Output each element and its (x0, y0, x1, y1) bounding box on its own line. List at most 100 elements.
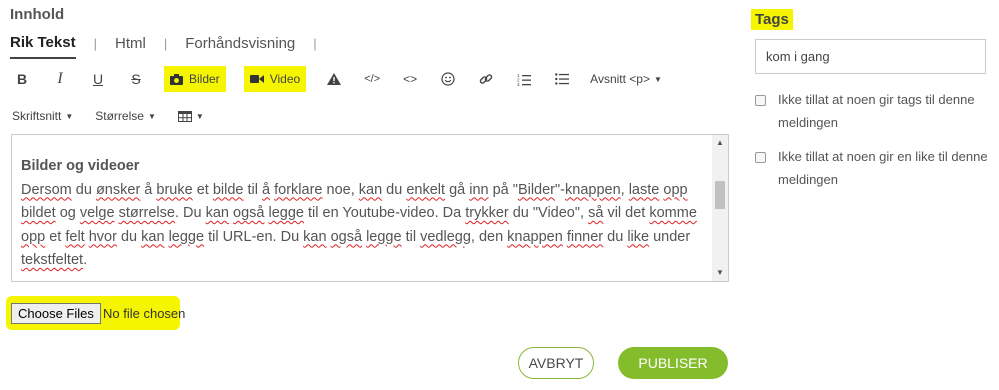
chevron-down-icon: ▼ (65, 111, 74, 121)
font-size-dropdown[interactable]: Størrelse ▼ (95, 103, 156, 129)
text-run: til URL-en. Du (204, 228, 304, 245)
text-run: du (116, 228, 142, 245)
editor-content[interactable]: Bilder og videoer Dersom du ønsker å bru… (21, 155, 711, 273)
editor-toolbar: B I U S Bilder Video </> <> 123 Avsnitt … (12, 66, 684, 92)
misspelled-word: laste (628, 181, 660, 198)
misspelled-word: så (588, 205, 604, 221)
misspelled-word: bruke (156, 181, 193, 198)
paragraph-format-label: Avsnitt <p> (590, 72, 650, 86)
text-run: til (401, 228, 421, 245)
tab-preview[interactable]: Forhåndsvisning (185, 35, 295, 58)
video-label: Video (269, 72, 301, 86)
disallow-tags-checkbox[interactable] (755, 95, 766, 106)
misspelled-word: kan (141, 228, 165, 245)
misspelled-word: Dersom (21, 181, 72, 198)
table-dropdown[interactable]: ▼ (177, 103, 204, 129)
tab-separator: | (163, 36, 168, 51)
misspelled-word: knappen (565, 181, 621, 198)
text-run: på " (488, 181, 518, 198)
text-run: . Du (174, 205, 206, 221)
font-size-label: Størrelse (95, 109, 144, 123)
editor-line: Dersom du ønsker å bruke et bilde til å … (21, 179, 711, 203)
editor-line: opp et felt hvor du kan legge til URL-en… (21, 226, 711, 250)
misspelled-word: ønsker (95, 181, 141, 198)
misspelled-word: felt (65, 228, 85, 245)
scroll-up-icon[interactable]: ▲ (712, 135, 728, 151)
tab-html[interactable]: Html (115, 35, 146, 58)
code-block-icon[interactable]: </> (362, 66, 382, 92)
font-family-dropdown[interactable]: Skriftsnitt ▼ (12, 103, 73, 129)
text-run: , den (470, 228, 508, 245)
disallow-tags-option[interactable]: Ikke tillat at noen gir tags til denne m… (755, 92, 995, 134)
bold-icon[interactable]: B (12, 66, 32, 92)
text-run: noe, (322, 181, 359, 198)
disallow-likes-option[interactable]: Ikke tillat at noen gir en like til denn… (755, 149, 995, 191)
font-family-label: Skriftsnitt (12, 109, 62, 123)
text-run: , (620, 181, 629, 198)
tab-rich-text[interactable]: Rik Tekst (10, 34, 76, 59)
editor-line: tekstfeltet. (21, 249, 711, 273)
misspelled-word: tekstfeltet (21, 252, 84, 268)
rich-text-editor[interactable]: Bilder og videoer Dersom du ønsker å bru… (11, 134, 729, 282)
link-icon[interactable] (476, 66, 496, 92)
ordered-list-icon[interactable]: 123 (514, 66, 534, 92)
table-icon (177, 110, 192, 122)
bullet-list-icon[interactable] (552, 66, 572, 92)
text-run: til en Youtube-video. Da (303, 205, 466, 221)
video-button[interactable]: Video (243, 66, 307, 92)
misspelled-word: også (233, 205, 265, 221)
text-run: under (649, 228, 691, 245)
misspelled-word: Bilder (517, 181, 556, 198)
text-run: og (55, 205, 80, 221)
misspelled-word: like (627, 228, 650, 245)
misspelled-word: opp (21, 228, 46, 245)
misspelled-word: kan (205, 205, 229, 221)
misspelled-word: enkelt (406, 181, 446, 198)
scroll-down-icon[interactable]: ▼ (712, 265, 728, 281)
misspelled-word: trykker (465, 205, 509, 221)
chevron-down-icon: ▼ (195, 111, 204, 121)
text-run: vil det (603, 205, 650, 221)
smiley-icon[interactable] (438, 66, 458, 92)
text-run: gå (445, 181, 470, 198)
misspelled-word: legge (268, 205, 304, 221)
images-label: Bilder (189, 72, 220, 86)
misspelled-word: bilde (212, 181, 244, 198)
misspelled-word: kan (358, 181, 383, 198)
section-title: Innhold (10, 6, 65, 23)
paragraph-format-dropdown[interactable]: Avsnitt <p> ▼ (590, 66, 662, 92)
cancel-button[interactable]: AVBRYT (518, 347, 594, 379)
disallow-likes-checkbox[interactable] (755, 152, 766, 163)
warning-icon[interactable] (324, 66, 344, 92)
editor-heading: Bilder og videoer (21, 158, 140, 174)
underline-icon[interactable]: U (88, 66, 108, 92)
text-run: du (603, 228, 628, 245)
video-camera-icon (249, 75, 264, 83)
misspelled-word: finner (566, 228, 604, 245)
camera-icon (170, 73, 183, 85)
text-run: et (45, 228, 66, 245)
text-run: "- (555, 181, 565, 198)
svg-text:3: 3 (517, 82, 520, 86)
text-run: du "Video", (508, 205, 589, 221)
tags-title: Tags (751, 9, 793, 30)
strikethrough-icon[interactable]: S (126, 66, 146, 92)
misspelled-word: legge (168, 228, 205, 245)
tab-separator: | (93, 36, 97, 51)
misspelled-word: knappen (507, 228, 563, 245)
tags-input[interactable] (755, 39, 986, 74)
misspelled-word: også (330, 228, 363, 245)
misspelled-word: opp (663, 181, 688, 198)
images-button[interactable]: Bilder (164, 66, 226, 92)
disallow-tags-label: Ikke tillat at noen gir tags til denne m… (778, 92, 975, 130)
text-run: til (243, 181, 263, 198)
misspelled-word: vedlegg (420, 228, 471, 245)
chevron-down-icon: ▼ (654, 74, 662, 84)
editor-scrollbar[interactable]: ▲ ▼ (712, 135, 728, 281)
code-icon[interactable]: <> (400, 66, 420, 92)
publish-button[interactable]: PUBLISER (618, 347, 728, 379)
choose-files-button[interactable]: Choose Files (11, 303, 101, 324)
italic-icon[interactable]: I (50, 66, 70, 92)
scrollbar-thumb[interactable] (715, 181, 725, 209)
misspelled-word: inn (469, 181, 489, 198)
